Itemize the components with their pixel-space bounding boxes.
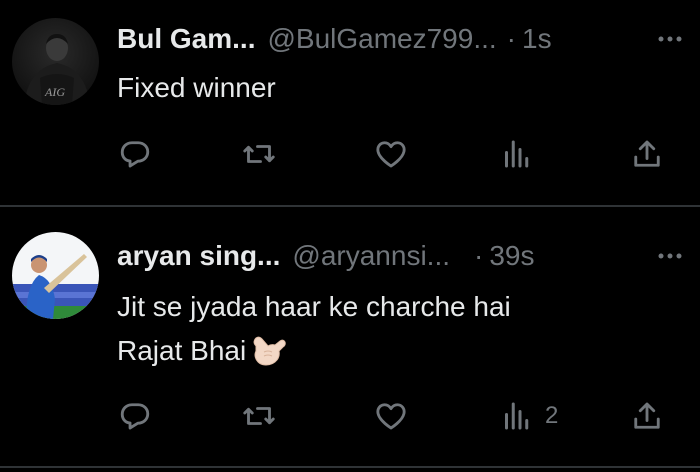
tweet-text-line: Rajat Bhai [117, 329, 680, 379]
tweet-header: Bul Gam... @BulGamez799... · 1s [117, 21, 686, 57]
retweet-icon [241, 136, 277, 172]
tweet-text-line-content: Rajat Bhai [117, 335, 247, 366]
views-button[interactable] [499, 134, 535, 174]
like-icon [373, 136, 409, 172]
share-button[interactable] [629, 396, 665, 436]
reply-icon [117, 136, 153, 172]
views-icon [499, 398, 535, 434]
tweet-divider [0, 466, 700, 468]
more-icon[interactable] [654, 240, 686, 272]
tweet-header: aryan sing... @aryannsi... · 39s [117, 238, 686, 274]
display-name[interactable]: Bul Gam... [117, 23, 255, 55]
avatar-aryan[interactable] [12, 232, 99, 319]
more-icon[interactable] [654, 23, 686, 55]
views-count: 2 [545, 402, 559, 429]
action-bar [117, 134, 677, 174]
tweet-text: Fixed winner [117, 66, 680, 110]
user-handle[interactable]: @aryannsi... [292, 240, 450, 272]
tweet-1[interactable]: AIG Bul Gam... @BulGamez799... · 1s Fixe… [0, 0, 700, 205]
display-name[interactable]: aryan sing... [117, 240, 280, 272]
tweet-2[interactable]: aryan sing... @aryannsi... · 39s Jit se … [0, 207, 700, 465]
reply-button[interactable] [117, 134, 153, 174]
call-me-hand-emoji [250, 332, 286, 379]
share-icon [629, 136, 665, 172]
like-icon [373, 398, 409, 434]
reply-icon [117, 398, 153, 434]
views-icon [499, 136, 535, 172]
user-handle[interactable]: @BulGamez799... [267, 23, 496, 55]
action-bar: 2 [117, 396, 677, 436]
tweet-feed: AIG Bul Gam... @BulGamez799... · 1s Fixe… [0, 0, 700, 472]
avatar-badge: AIG [44, 85, 65, 99]
timestamp[interactable]: 1s [522, 23, 552, 55]
retweet-button[interactable] [241, 134, 277, 174]
views-button[interactable]: 2 [499, 396, 558, 436]
tweet-text: Jit se jyada haar ke charche hai Rajat B… [117, 285, 680, 379]
retweet-icon [241, 398, 277, 434]
share-button[interactable] [629, 134, 665, 174]
like-button[interactable] [373, 134, 409, 174]
separator-dot: · [506, 23, 516, 54]
avatar-bulgamez[interactable]: AIG [12, 18, 99, 105]
separator-dot: · [474, 240, 484, 271]
like-button[interactable] [373, 396, 409, 436]
reply-button[interactable] [117, 396, 153, 436]
tweet-text-line: Fixed winner [117, 72, 276, 103]
timestamp[interactable]: 39s [489, 240, 534, 272]
share-icon [629, 398, 665, 434]
tweet-text-line: Jit se jyada haar ke charche hai [117, 291, 511, 322]
retweet-button[interactable] [241, 396, 277, 436]
